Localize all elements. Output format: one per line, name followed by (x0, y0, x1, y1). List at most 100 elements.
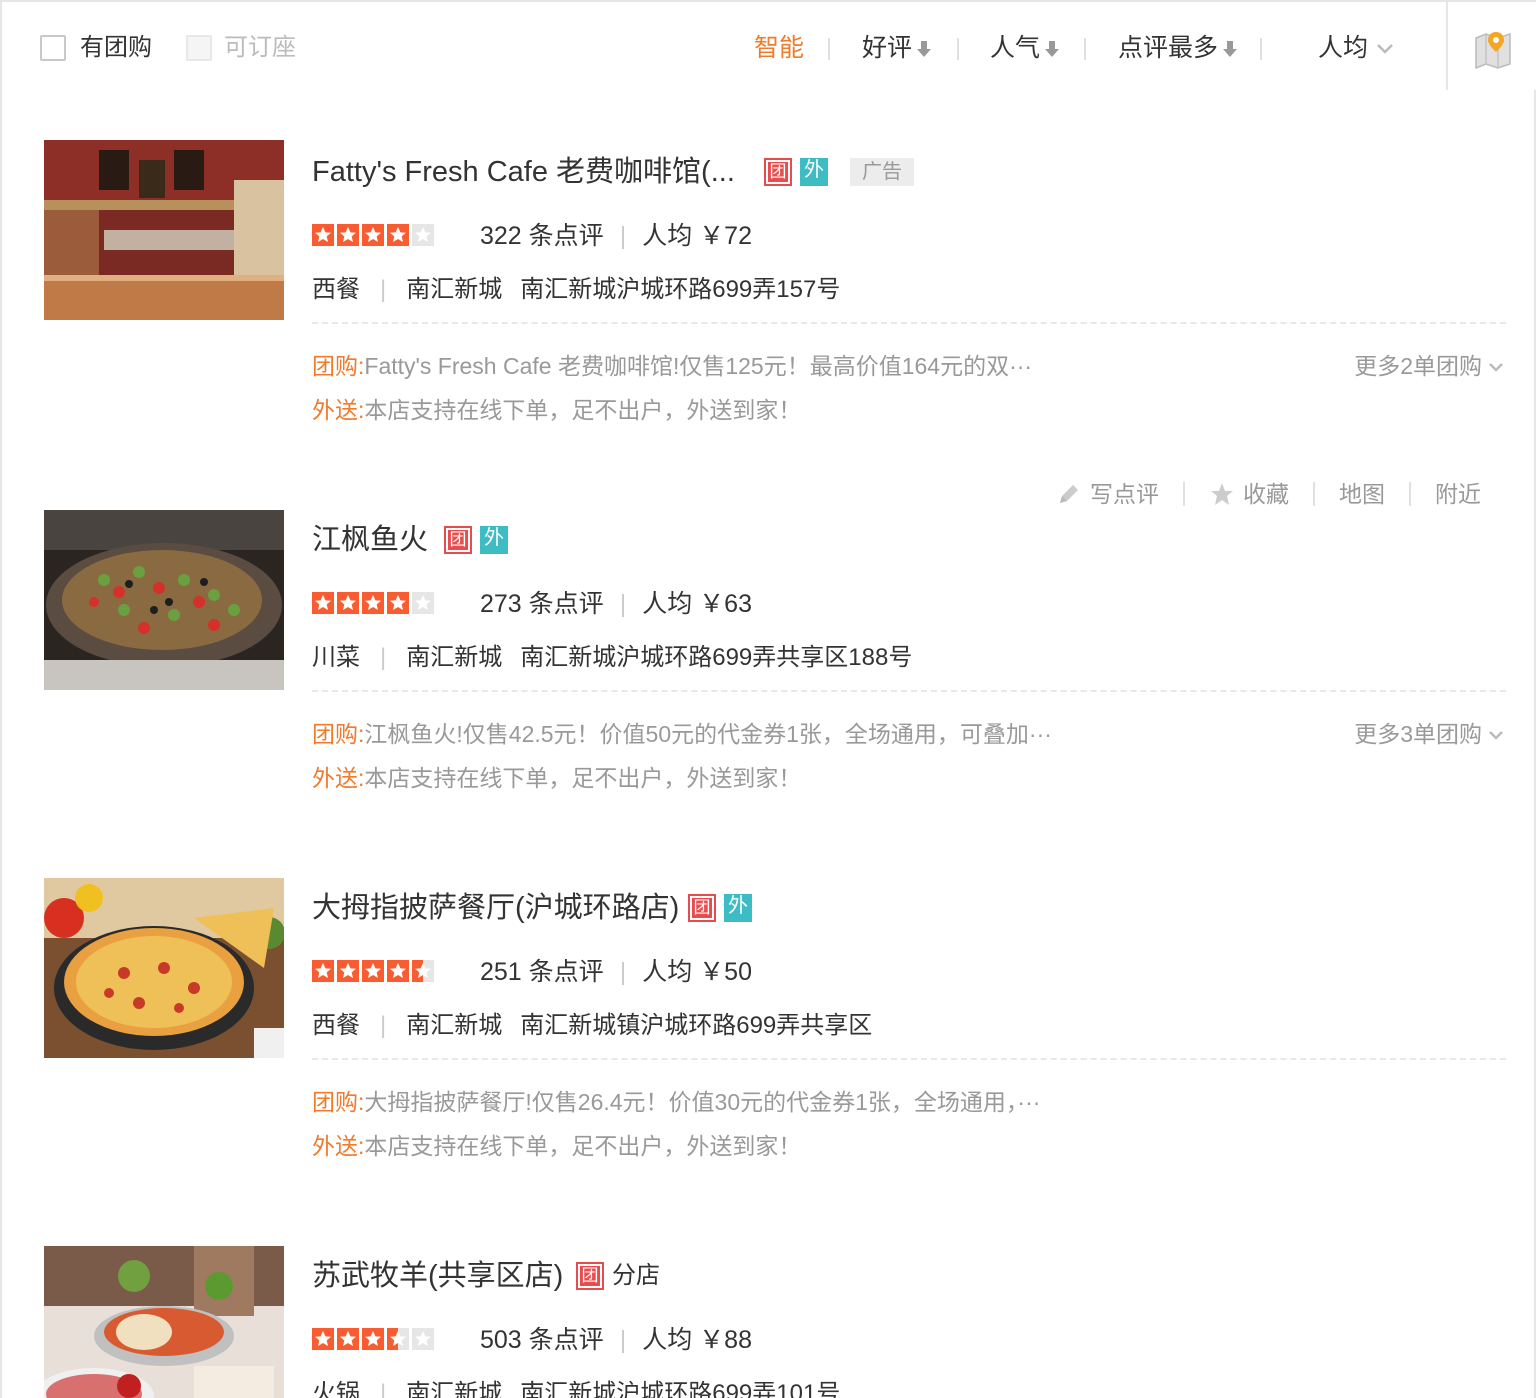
group-deal-line[interactable]: 团购:Fatty's Fresh Cafe 老费咖啡馆!仅售125元！最高价值1… (312, 350, 1032, 382)
group-buy-label[interactable]: 有团购 (80, 32, 152, 64)
delivery-text: 本店支持在线下单，足不出户，外送到家！ (364, 765, 802, 791)
avg-price: 72 (724, 222, 752, 250)
category[interactable]: 火锅 (312, 1380, 360, 1398)
shop-photo[interactable] (44, 140, 284, 320)
group-deal-prefix: 团购: (312, 353, 365, 379)
divider (1084, 38, 1086, 60)
divider: | (619, 590, 627, 618)
delivery-prefix: 外送: (312, 397, 365, 423)
category[interactable]: 西餐 (312, 276, 360, 303)
divider: | (619, 1326, 627, 1354)
review-unit[interactable]: 条点评 (529, 1326, 604, 1354)
star-full-icon (337, 960, 359, 982)
grilled-fish-image (44, 510, 284, 690)
shop-card: 苏武牧羊(共享区店) 团 分店 503 条点评 | 人均 ￥88 火锅 | 南汇新城 南汇… (0, 1194, 1536, 1398)
divider (957, 38, 959, 60)
delivery-text: 本店支持在线下单，足不出户，外送到家！ (364, 397, 802, 423)
sort-popular[interactable]: 人气 (990, 30, 1060, 66)
ad-tag: 广告 (850, 158, 914, 186)
map-action[interactable]: 地图 (1339, 478, 1385, 510)
area[interactable]: 南汇新城 (406, 1380, 502, 1398)
group-buy-tag-label: 团 (448, 530, 468, 550)
area[interactable]: 南汇新城 (406, 1012, 502, 1039)
review-count[interactable]: 273 (480, 590, 522, 618)
down-arrow-icon (1223, 41, 1238, 58)
write-review-action[interactable]: 写点评 (1056, 478, 1159, 510)
avg-price: 88 (724, 1326, 752, 1354)
divider: | (380, 644, 387, 671)
star-full-icon (362, 592, 384, 614)
avg-label: 人均 (642, 1326, 693, 1354)
nearby-action[interactable]: 附近 (1435, 478, 1481, 510)
sort-smart[interactable]: 智能 (754, 30, 804, 66)
location-line: 西餐 | 南汇新城 南汇新城沪城环路699弄157号 (312, 274, 840, 306)
group-deal-line[interactable]: 团购:江枫鱼火!仅售42.5元！价值50元的代金券1张，全场通用，可叠加··· (312, 718, 1052, 750)
star-full-icon (362, 960, 384, 982)
delivery-tag: 外 (480, 526, 508, 554)
review-meta: 251 条点评 | 人均 ￥50 (480, 955, 752, 989)
review-unit[interactable]: 条点评 (529, 222, 604, 250)
review-count[interactable]: 503 (480, 1326, 522, 1354)
down-arrow-icon (917, 41, 932, 58)
area[interactable]: 南汇新城 (406, 644, 502, 671)
category[interactable]: 西餐 (312, 1012, 360, 1039)
shop-photo[interactable] (44, 878, 284, 1058)
sort-most-reviews[interactable]: 点评最多 (1118, 30, 1238, 66)
shop-name[interactable]: 大拇指披萨餐厅(沪城环路店) (312, 890, 679, 926)
more-deals-link[interactable]: 更多2单团购 (1354, 350, 1504, 382)
currency: ￥ (699, 1326, 725, 1354)
shop-photo[interactable] (44, 1246, 284, 1398)
delivery-text: 本店支持在线下单，足不出户，外送到家！ (364, 1133, 802, 1159)
review-meta: 322 条点评 | 人均 ￥72 (480, 219, 752, 253)
chevron-down-icon (1377, 44, 1393, 55)
shop-name[interactable]: 江枫鱼火 (312, 522, 428, 558)
sort-most-reviews-label: 点评最多 (1118, 34, 1219, 62)
sort-rating-label: 好评 (862, 34, 913, 62)
group-buy-checkbox[interactable] (40, 35, 66, 61)
group-deal-line[interactable]: 团购:大拇指披萨餐厅!仅售26.4元！价值30元的代金券1张，全场通用，··· (312, 1086, 1040, 1118)
star-full-icon (387, 592, 409, 614)
more-deals-link[interactable]: 更多3单团购 (1354, 718, 1504, 750)
group-deal-text: 大拇指披萨餐厅!仅售26.4元！价值30元的代金券1张，全场通用，··· (364, 1089, 1041, 1115)
shop-name[interactable]: Fatty's Fresh Cafe 老费咖啡馆(... (312, 154, 735, 190)
review-unit[interactable]: 条点评 (529, 958, 604, 986)
divider (312, 1058, 1506, 1060)
review-meta: 503 条点评 | 人均 ￥88 (480, 1323, 752, 1357)
delivery-prefix: 外送: (312, 765, 365, 791)
star-empty-icon (412, 224, 434, 246)
bookable-label: 可订座 (224, 34, 296, 61)
area[interactable]: 南汇新城 (406, 276, 502, 303)
delivery-line[interactable]: 外送:本店支持在线下单，足不出户，外送到家！ (312, 1130, 801, 1162)
delivery-line[interactable]: 外送:本店支持在线下单，足不出户，外送到家！ (312, 394, 801, 426)
sort-per-person[interactable]: 人均 (1318, 30, 1394, 66)
address: 南汇新城镇沪城环路699弄共享区 (520, 1012, 873, 1039)
divider (1313, 482, 1315, 506)
currency: ￥ (699, 222, 725, 250)
delivery-tag: 外 (724, 894, 752, 922)
category[interactable]: 川菜 (312, 644, 360, 671)
group-buy-tag-label: 团 (692, 898, 712, 918)
star-half-icon (387, 1328, 409, 1350)
sort-rating[interactable]: 好评 (862, 30, 932, 66)
group-buy-tag: 团 (444, 526, 472, 554)
branch-link[interactable]: 分店 (612, 1260, 660, 1292)
shop-name[interactable]: 苏武牧羊(共享区店) (312, 1258, 563, 1294)
down-arrow-icon (1045, 41, 1060, 58)
shop-photo[interactable] (44, 510, 284, 690)
shop-card: 大拇指披萨餐厅(沪城环路店) 团 外 251 条点评 | 人均 ￥50 西餐 | 南汇新… (0, 826, 1536, 1196)
star-full-icon (312, 960, 334, 982)
review-count[interactable]: 322 (480, 222, 522, 250)
delivery-line[interactable]: 外送:本店支持在线下单，足不出户，外送到家！ (312, 762, 801, 794)
star-icon (1211, 483, 1233, 505)
review-unit[interactable]: 条点评 (529, 590, 604, 618)
avg-label: 人均 (642, 958, 693, 986)
map-pin-icon (1475, 32, 1511, 70)
shop-card: 江枫鱼火 团 外 273 条点评 | 人均 ￥63 川菜 | 南汇新城 南汇新城沪城环路6… (0, 458, 1536, 828)
divider: | (380, 1012, 387, 1039)
star-rating (312, 224, 434, 246)
review-count[interactable]: 251 (480, 958, 522, 986)
shop-card: Fatty's Fresh Cafe 老费咖啡馆(... 团 外 广告 322 … (0, 90, 1536, 460)
map-view-button[interactable] (1446, 2, 1536, 90)
location-line: 西餐 | 南汇新城 南汇新城镇沪城环路699弄共享区 (312, 1010, 872, 1042)
favorite-action[interactable]: 收藏 (1209, 478, 1289, 510)
